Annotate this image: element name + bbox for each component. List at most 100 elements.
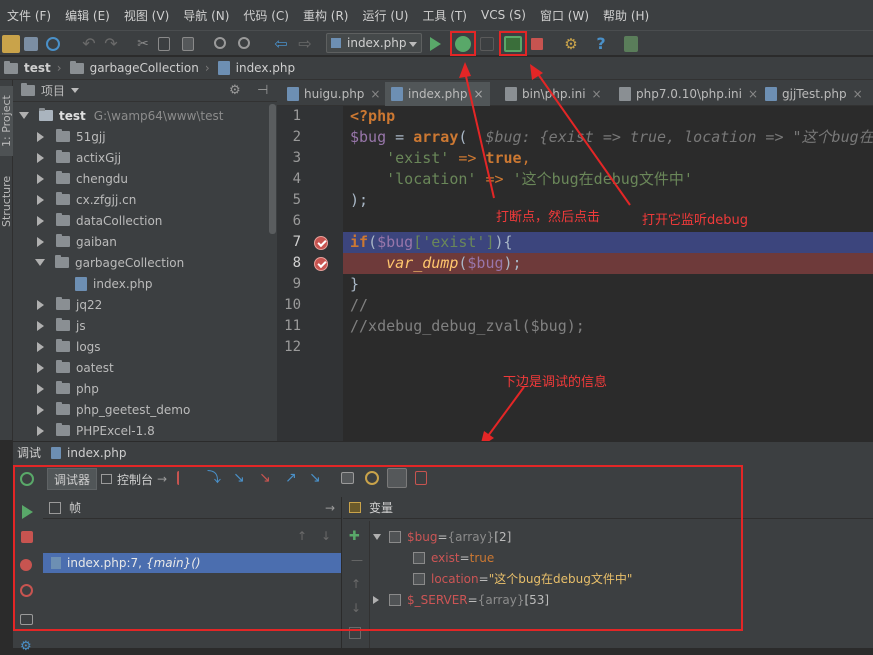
tree-item-label: index.php [93,276,153,291]
main-toolbar: ↶ ↷ ✂ ⇦ ⇨ index.php ⚙ ? [0,30,873,56]
breadcrumb-file[interactable]: index.php [214,61,299,75]
code-token: ); [350,191,369,209]
debug-title-file[interactable]: index.php [67,446,126,460]
paste-icon[interactable] [182,37,194,51]
close-icon[interactable]: × [592,87,602,101]
replace-icon[interactable] [238,37,250,49]
tree-item[interactable]: jq22 [13,294,277,315]
menu-vcs[interactable]: VCS (S) [474,8,533,22]
folder-icon [56,150,70,163]
breadcrumb-root[interactable]: test › [0,60,66,75]
menu-view[interactable]: 视图 (V) [117,7,176,24]
menu-navigate[interactable]: 导航 (N) [176,7,236,24]
close-icon[interactable]: × [748,87,758,101]
cut-icon[interactable]: ✂ [134,35,152,53]
tree-item[interactable]: gaiban [13,231,277,252]
help-icon[interactable]: ? [592,35,610,53]
structure-tool-tab[interactable]: Structure [0,166,13,236]
chevron-down-icon[interactable] [71,88,80,93]
close-icon[interactable]: × [370,87,380,101]
tree-item[interactable]: 51gjj [13,126,277,147]
highlight-debug-button [450,31,476,56]
project-tool-tab[interactable]: 1: Project [0,86,13,156]
tree-item[interactable]: index.php [13,273,277,294]
tree-item-label: gaiban [76,234,117,249]
menu-code[interactable]: 代码 (C) [236,7,296,24]
run-icon[interactable] [430,37,441,51]
save-icon[interactable] [24,37,38,51]
tree-item[interactable]: cx.zfgjj.cn [13,189,277,210]
code-editor[interactable]: <?php $bug = array( $bug: {exist => true… [343,106,873,441]
project-view-select[interactable]: 项目 [41,82,65,99]
menu-edit[interactable]: 编辑 (E) [58,7,117,24]
menu-refactor[interactable]: 重构 (R) [296,7,356,24]
code-token: '这个bug在debug文件中' [512,170,693,188]
redo-icon[interactable]: ↷ [102,35,120,53]
folder-icon [55,255,69,268]
gear-icon[interactable]: ⚙ [229,83,241,98]
breakpoint-icon[interactable] [314,236,328,250]
stop-icon[interactable] [531,38,543,50]
close-icon[interactable]: × [473,87,483,101]
tree-item[interactable]: php [13,378,277,399]
tree-item[interactable]: actixGjj [13,147,277,168]
tree-item-label: actixGjj [76,150,122,165]
breadcrumb-label: index.php [235,61,296,75]
undo-icon[interactable]: ↶ [80,35,98,53]
tree-item[interactable]: php_geetest_demo [13,399,277,420]
editor-gutter[interactable]: 1 2 3 4 5 6 7 8 9 10 11 12 [277,106,343,441]
tab-label: huigu.php [304,87,365,101]
tree-item[interactable]: dataCollection [13,210,277,231]
collapsed-arrow-icon [37,320,44,331]
breadcrumb-folder[interactable]: garbageCollection › [66,60,214,75]
tab-bin-php-ini[interactable]: bin\php.ini × [499,82,608,106]
tab-huigu[interactable]: huigu.php × [281,82,386,106]
sync-icon[interactable] [46,37,60,51]
folder-icon [56,339,70,352]
menu-window[interactable]: 窗口 (W) [533,7,596,24]
forward-icon[interactable]: ⇨ [296,35,314,53]
code-token: = [386,128,414,146]
php-file-icon [287,87,299,101]
php-file-icon [75,276,87,291]
tree-item[interactable]: logs [13,336,277,357]
coverage-icon[interactable] [480,37,494,51]
tab-index[interactable]: index.php × [385,82,490,106]
tree-item[interactable]: chengdu [13,168,277,189]
tree-item[interactable]: garbageCollection [13,252,277,273]
tree-item[interactable]: oatest [13,357,277,378]
tree-root[interactable]: test G:\wamp64\www\test [13,105,277,126]
code-line-5: ); [350,190,368,211]
close-icon[interactable]: × [853,87,863,101]
code-line-3: 'exist' => true, [350,148,531,169]
breakpoint-icon[interactable] [314,257,328,271]
settings-wrench-icon[interactable]: ⚙ [562,35,580,53]
tree-root-label: test [59,108,86,123]
php-open-tag: <?php [350,107,396,125]
menu-file[interactable]: 文件 (F) [0,7,58,24]
collapsed-arrow-icon [37,131,44,142]
find-icon[interactable] [214,37,226,49]
tab-php7-php-ini[interactable]: php7.0.10\php.ini × [613,82,764,106]
tree-item[interactable]: js [13,315,277,336]
deployment-icon[interactable] [624,36,638,52]
project-scrollbar[interactable] [269,104,276,234]
code-token: array [413,128,459,146]
folder-icon [56,381,70,394]
back-icon[interactable]: ⇦ [272,35,290,53]
tree-item-label: jq22 [76,297,103,312]
open-folder-icon[interactable] [2,35,20,53]
menu-run[interactable]: 运行 (U) [356,7,416,24]
tree-item[interactable]: PHPExcel-1.8 [13,420,277,441]
menu-tools[interactable]: 工具 (T) [415,7,474,24]
tab-gjjtest[interactable]: gjjTest.php × [759,82,869,106]
folder-icon [56,402,70,415]
breadcrumb-separator: › [56,61,62,75]
line-number: 5 [292,192,301,208]
run-config-select[interactable]: index.php [326,33,422,53]
settings-icon[interactable]: ⚙ [20,639,36,655]
tree-item-label: logs [76,339,101,354]
menu-help[interactable]: 帮助 (H) [596,7,656,24]
copy-icon[interactable] [158,37,170,51]
hide-panel-icon[interactable]: ⊣ [257,83,268,98]
